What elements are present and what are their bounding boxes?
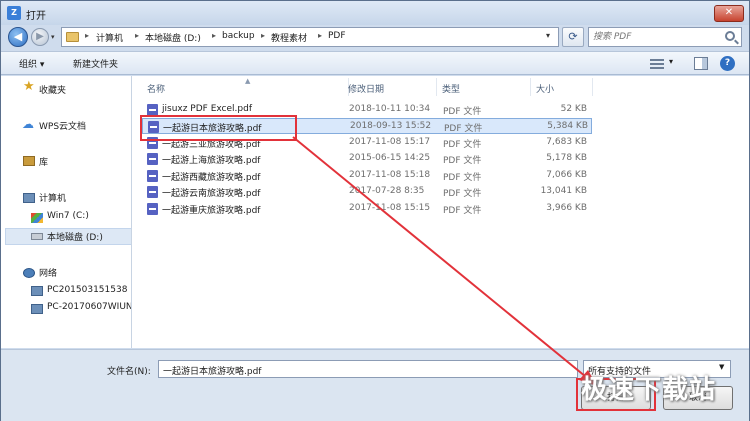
open-file-dialog: Z 打开 ✕ ◀ ▶ ▾ ▸ 计算机 ▸ 本地磁盘 (D:) ▸ backup … bbox=[0, 0, 750, 421]
watermark-text: 极速下载站 bbox=[581, 375, 717, 405]
arrow-line bbox=[292, 136, 592, 382]
annotation-arrow bbox=[292, 136, 597, 386]
